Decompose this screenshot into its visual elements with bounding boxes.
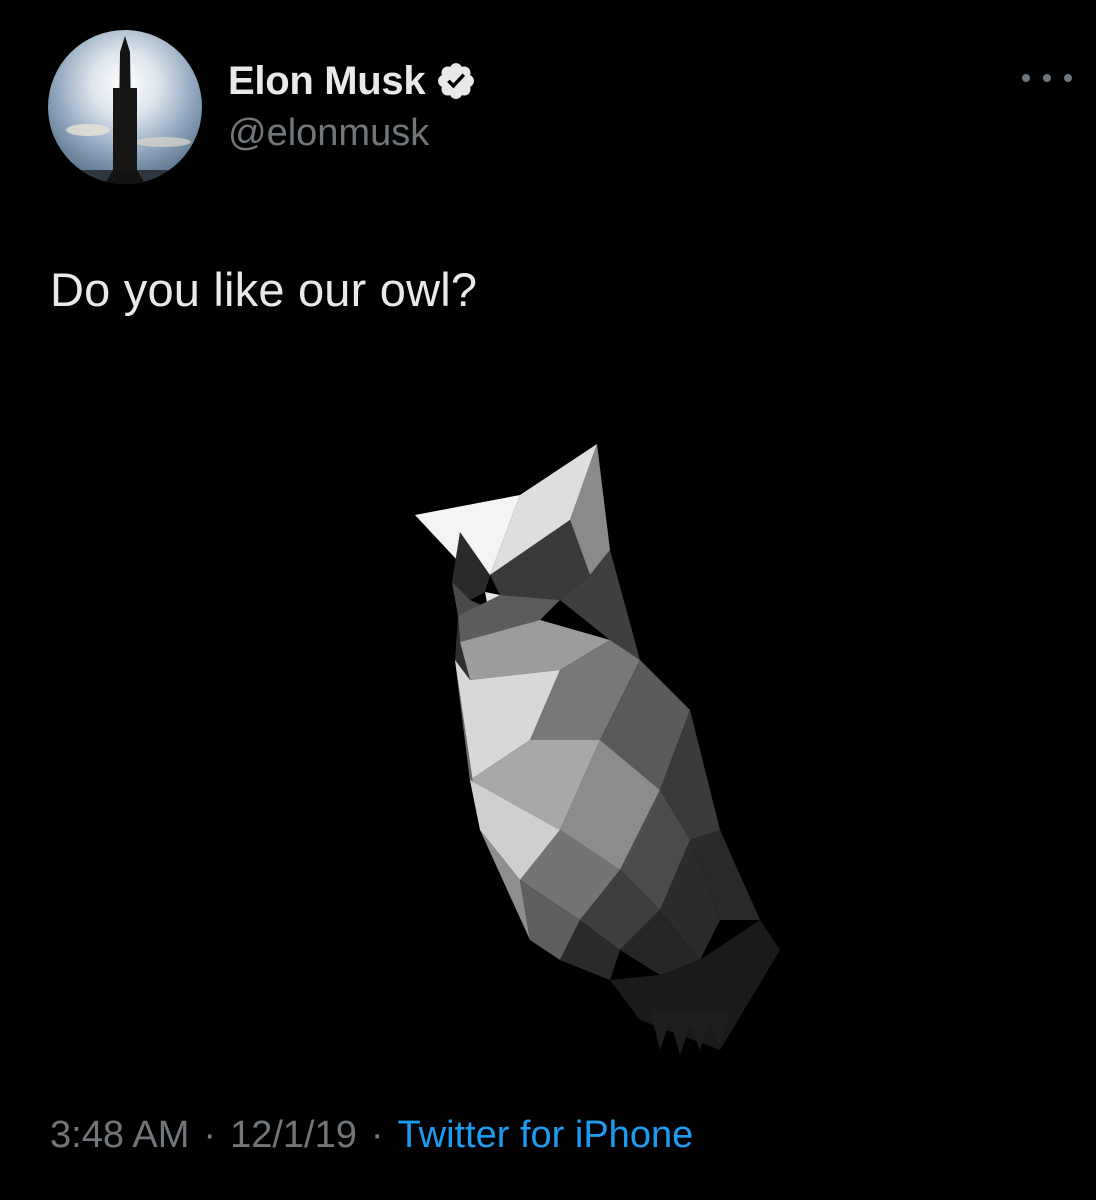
author-name[interactable]: Elon Musk — [228, 59, 426, 104]
tweet-media[interactable] — [0, 360, 1096, 1060]
meta-separator: · — [203, 1114, 217, 1156]
owl-image — [0, 360, 1096, 1060]
more-horizontal-icon-dot — [1064, 74, 1072, 82]
avatar-image — [48, 30, 202, 184]
author-handle[interactable]: @elonmusk — [228, 112, 429, 155]
tweet-text: Do you like our owl? — [50, 263, 478, 316]
author-name-row: Elon Musk — [228, 56, 477, 106]
verified-badge-icon — [435, 60, 477, 102]
tweet-source-link[interactable]: Twitter for iPhone — [398, 1114, 694, 1157]
meta-separator: · — [370, 1114, 384, 1156]
tweet-time[interactable]: 3:48 AM — [50, 1114, 189, 1157]
more-options-button[interactable] — [1022, 66, 1072, 90]
avatar[interactable] — [48, 30, 202, 184]
tweet-date[interactable]: 12/1/19 — [230, 1114, 357, 1157]
more-horizontal-icon-dot — [1043, 74, 1051, 82]
more-horizontal-icon — [1022, 74, 1030, 82]
tweet-meta: 3:48 AM · 12/1/19 · Twitter for iPhone — [50, 1114, 693, 1157]
tweet-card: Elon Musk @elonmusk Do you like our owl? — [0, 0, 1096, 1200]
